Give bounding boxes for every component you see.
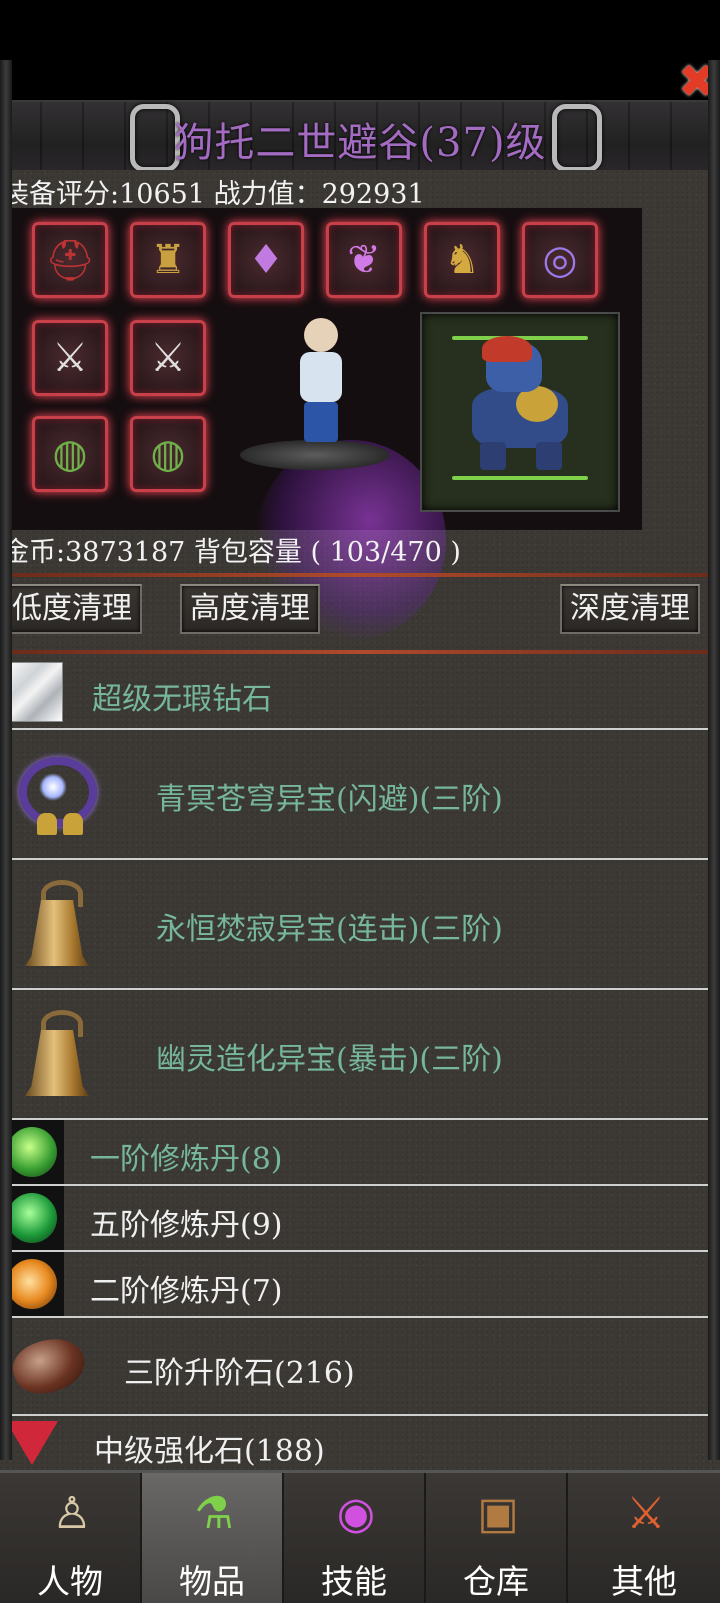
high-clean-button[interactable]: 高度清理 — [180, 584, 320, 634]
list-item[interactable]: 中级强化石(188) — [0, 1416, 720, 1470]
bracelet-slot-1[interactable]: ◍ — [32, 416, 108, 492]
divider-bottom — [0, 650, 720, 654]
item-name: 青冥苍穹异宝(闪避)(三阶) — [156, 782, 503, 817]
bracelet-icon: ◍ — [52, 431, 88, 477]
helmet-slot[interactable]: ⛑ — [32, 222, 108, 298]
list-item[interactable]: 二阶修炼丹(7) — [0, 1252, 720, 1318]
item-name: 幽灵造化异宝(暴击)(三阶) — [156, 1042, 503, 1077]
item-name: 五阶修炼丹(9) — [90, 1208, 283, 1243]
other-icon: ⚔ — [626, 1487, 666, 1539]
list-item[interactable]: 五阶修炼丹(9) — [0, 1186, 720, 1252]
divider-top — [0, 573, 720, 577]
gold-and-capacity: 金币:3873187 背包容量 ( 103/470 ) — [2, 537, 461, 568]
potion-icon: ⚗ — [194, 1487, 234, 1539]
right-border — [708, 60, 720, 1460]
wings-slot[interactable]: ❦ — [326, 222, 402, 298]
bracelet-slot-2[interactable]: ◍ — [130, 416, 206, 492]
low-clean-button[interactable]: 低度清理 — [2, 584, 142, 634]
list-item[interactable]: 超级无瑕钻石 — [0, 656, 720, 730]
tab-other[interactable]: ⚔ 其他 — [568, 1473, 720, 1603]
helmet-icon: ⛑ — [44, 237, 96, 284]
mount-beast-icon — [466, 336, 576, 472]
tab-skills[interactable]: ◉ 技能 — [284, 1473, 426, 1603]
left-border — [0, 60, 12, 1460]
ring-treasure-icon: ◎ — [542, 237, 578, 283]
character-model — [296, 318, 346, 448]
armor-slot[interactable]: ♜ — [130, 222, 206, 298]
list-item[interactable]: 青冥苍穹异宝(闪避)(三阶) — [0, 730, 720, 860]
boots-slot[interactable]: ♞ — [424, 222, 500, 298]
weapon-slot-1[interactable]: ⚔ — [32, 320, 108, 396]
tab-items[interactable]: ⚗ 物品 — [142, 1473, 284, 1603]
tab-label: 其他 — [611, 1562, 677, 1601]
window-title: 狗托二世避谷(37)级 — [173, 120, 547, 166]
chest-icon: ▣ — [477, 1487, 519, 1539]
item-name: 三阶升阶石(216) — [124, 1356, 355, 1391]
sword-icon: ⚔ — [52, 335, 88, 381]
list-item[interactable]: 一阶修炼丹(8) — [0, 1120, 720, 1186]
list-item[interactable]: 永恒焚寂异宝(连击)(三阶) — [0, 860, 720, 990]
tab-label: 技能 — [321, 1562, 387, 1601]
bracelet-icon: ◍ — [150, 431, 186, 477]
tab-label: 人物 — [37, 1562, 103, 1601]
red-gem-icon — [4, 1418, 60, 1468]
tab-character[interactable]: ♙ 人物 — [0, 1473, 142, 1603]
item-name: 一阶修炼丹(8) — [90, 1142, 283, 1177]
tab-label: 物品 — [179, 1562, 245, 1601]
bottom-tab-bar: ♙ 人物 ⚗ 物品 ◉ 技能 ▣ 仓库 ⚔ 其他 — [0, 1470, 720, 1603]
necklace-icon: ♦ — [248, 237, 284, 283]
skill-orb-icon: ◉ — [336, 1487, 376, 1539]
tab-label: 仓库 — [463, 1562, 529, 1601]
treasure-slot[interactable]: ◎ — [522, 222, 598, 298]
weapon-slot-2[interactable]: ⚔ — [130, 320, 206, 396]
list-item[interactable]: 幽灵造化异宝(暴击)(三阶) — [0, 990, 720, 1120]
boots-icon: ♞ — [444, 237, 480, 283]
character-icon: ♙ — [52, 1487, 92, 1539]
necklace-slot[interactable]: ♦ — [228, 222, 304, 298]
item-name: 超级无瑕钻石 — [92, 682, 272, 717]
item-name: 中级强化石(188) — [94, 1434, 325, 1469]
bell-icon — [12, 876, 102, 972]
equipment-stats: 装备评分:10651 战力值：292931 — [2, 179, 425, 210]
deep-clean-button[interactable]: 深度清理 — [560, 584, 700, 634]
list-item[interactable]: 三阶升阶石(216) — [0, 1318, 720, 1416]
bell-icon — [12, 1006, 102, 1102]
ring-treasure-icon — [4, 744, 104, 844]
mount-display[interactable] — [420, 312, 620, 512]
wings-icon: ❦ — [347, 237, 381, 283]
item-name: 永恒焚寂异宝(连击)(三阶) — [156, 912, 503, 947]
stone-icon — [6, 1328, 92, 1404]
sword-icon: ⚔ — [150, 335, 186, 381]
item-name: 二阶修炼丹(7) — [90, 1274, 283, 1309]
armor-icon: ♜ — [150, 237, 186, 283]
tab-warehouse[interactable]: ▣ 仓库 — [426, 1473, 568, 1603]
